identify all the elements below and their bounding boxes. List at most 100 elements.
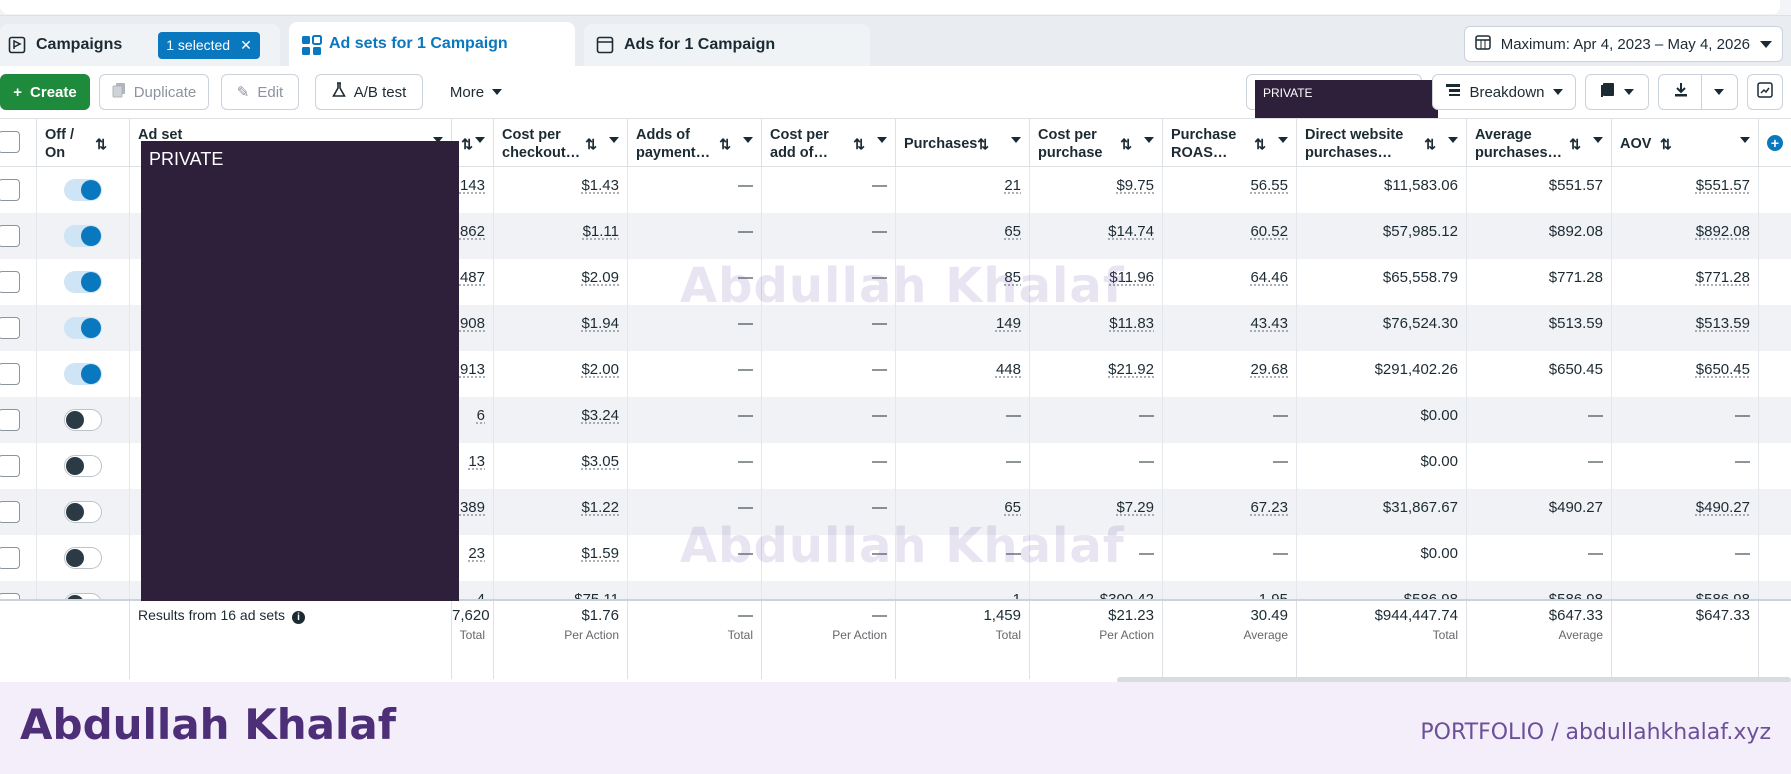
- metric-value: $3.24: [581, 407, 619, 424]
- metric-cell: —: [1612, 397, 1759, 443]
- portfolio-link[interactable]: PORTFOLIO / abdullahkhalaf.xyz: [1420, 720, 1771, 745]
- selected-filter-pill[interactable]: 1 selected ✕: [158, 31, 260, 59]
- row-checkbox[interactable]: [0, 363, 20, 385]
- more-button[interactable]: More: [436, 74, 516, 110]
- header-avg-purchases[interactable]: Average purchases… ⇅: [1467, 119, 1612, 167]
- row-checkbox[interactable]: [0, 271, 20, 293]
- tab-ads[interactable]: Ads for 1 Campaign: [584, 24, 870, 66]
- row-checkbox[interactable]: [0, 179, 20, 201]
- sort-icon[interactable]: ⇅: [1424, 135, 1436, 153]
- info-icon[interactable]: i: [291, 611, 305, 624]
- header-off-on[interactable]: Off / On ⇅: [37, 119, 130, 167]
- chevron-down-icon[interactable]: [1278, 137, 1288, 143]
- create-button[interactable]: + Create: [0, 74, 90, 110]
- sort-icon[interactable]: ⇅: [719, 135, 731, 153]
- metric-cell: 21: [896, 167, 1030, 213]
- chevron-down-icon[interactable]: [1740, 137, 1750, 143]
- metric-value: $2.09: [581, 269, 619, 286]
- metric-value: 65: [1004, 223, 1021, 240]
- tab-campaigns[interactable]: Campaigns 1 selected ✕: [0, 24, 280, 66]
- header-cost-purchase[interactable]: Cost per purchase ⇅: [1030, 119, 1163, 167]
- header-select-all[interactable]: [0, 119, 37, 167]
- edit-button[interactable]: ✎ Edit: [221, 74, 299, 110]
- header-avg-purchases-label: Average purchases…: [1475, 127, 1563, 161]
- delivery-toggle[interactable]: [64, 501, 102, 523]
- row-checkbox[interactable]: [0, 409, 20, 431]
- header-direct-purchases-label: Direct website purchases…: [1305, 127, 1404, 161]
- chevron-down-icon[interactable]: [743, 137, 753, 143]
- breakdown-icon: [1445, 83, 1461, 101]
- breakdown-button[interactable]: Breakdown: [1432, 74, 1576, 110]
- metric-value: —: [1139, 453, 1154, 470]
- toggle-knob: [81, 272, 101, 292]
- row-checkbox[interactable]: [0, 317, 20, 339]
- delivery-toggle[interactable]: [64, 363, 102, 385]
- sort-icon[interactable]: ⇅: [853, 135, 865, 153]
- chevron-down-icon[interactable]: [609, 137, 619, 143]
- header-cost-add[interactable]: Cost per add of… ⇅: [762, 119, 896, 167]
- metric-value: $1.22: [581, 499, 619, 516]
- export-button[interactable]: [1658, 74, 1738, 110]
- row-checkbox[interactable]: [0, 225, 20, 247]
- close-icon[interactable]: ✕: [240, 37, 252, 54]
- row-checkbox[interactable]: [0, 501, 20, 523]
- delivery-toggle[interactable]: [64, 409, 102, 431]
- reports-button[interactable]: [1585, 74, 1649, 110]
- level-tabs-bar: Campaigns 1 selected ✕ Ad sets for 1 Cam…: [0, 16, 1791, 66]
- metric-cell: $0.00: [1297, 535, 1467, 581]
- metric-value: 56.55: [1250, 177, 1288, 194]
- charts-button[interactable]: [1747, 74, 1783, 110]
- summary-spacer: [0, 601, 130, 679]
- summary-sub: Per Action: [1099, 628, 1154, 642]
- metric-value: 6: [476, 407, 485, 424]
- delivery-toggle[interactable]: [64, 317, 102, 339]
- ab-test-button[interactable]: A/B test: [315, 74, 423, 110]
- row-checkbox[interactable]: [0, 455, 20, 477]
- header-direct-purchases[interactable]: Direct website purchases… ⇅: [1297, 119, 1467, 167]
- chevron-down-icon[interactable]: [1144, 137, 1154, 143]
- metric-value: $11.83: [1109, 315, 1154, 332]
- chevron-down-icon[interactable]: [475, 137, 485, 143]
- metric-value: 143: [459, 177, 485, 194]
- metric-value: —: [1273, 545, 1288, 562]
- delivery-toggle[interactable]: [64, 225, 102, 247]
- header-adds-payment[interactable]: Adds of payment… ⇅: [628, 119, 762, 167]
- select-all-checkbox[interactable]: [0, 131, 20, 153]
- header-add-column[interactable]: +: [1759, 119, 1791, 167]
- chevron-down-icon[interactable]: [1448, 137, 1458, 143]
- chevron-down-icon[interactable]: [877, 137, 887, 143]
- header-cost-checkout[interactable]: Cost per checkout… ⇅: [494, 119, 628, 167]
- metric-value: $513.59: [1695, 315, 1750, 332]
- summary-value: $944,447.74: [1374, 607, 1458, 624]
- summary-value: $1.76: [581, 607, 619, 624]
- sort-icon[interactable]: ⇅: [95, 135, 107, 153]
- row-checkbox[interactable]: [0, 547, 20, 569]
- chevron-down-icon[interactable]: [1593, 137, 1603, 143]
- sort-icon[interactable]: ⇅: [1120, 135, 1132, 153]
- sort-icon[interactable]: ⇅: [1569, 135, 1581, 153]
- duplicate-button[interactable]: Duplicate: [99, 74, 209, 110]
- download-icon: [1673, 82, 1689, 102]
- delivery-toggle[interactable]: [64, 179, 102, 201]
- metric-value: —: [1588, 545, 1603, 562]
- sort-icon[interactable]: ⇅: [1254, 135, 1266, 153]
- metric-value: $0.00: [1420, 545, 1458, 562]
- sort-icon[interactable]: ⇅: [977, 135, 989, 153]
- metric-value: $57,985.12: [1382, 223, 1458, 240]
- delivery-toggle[interactable]: [64, 455, 102, 477]
- date-range-picker[interactable]: Maximum: Apr 4, 2023 – May 4, 2026: [1463, 26, 1783, 62]
- header-aov[interactable]: AOV ⇅: [1612, 119, 1759, 167]
- action-toolbar: + Create Duplicate ✎ Edit A/B test More …: [0, 66, 1791, 118]
- delivery-toggle[interactable]: [64, 271, 102, 293]
- add-column-icon[interactable]: +: [1767, 135, 1783, 151]
- tab-adsets[interactable]: Ad sets for 1 Campaign: [289, 22, 575, 66]
- header-roas[interactable]: Purchase ROAS… ⇅: [1163, 119, 1297, 167]
- chevron-down-icon[interactable]: [1011, 137, 1021, 143]
- metric-value: —: [1588, 453, 1603, 470]
- delivery-toggle[interactable]: [64, 547, 102, 569]
- sort-icon[interactable]: ⇅: [585, 135, 597, 153]
- sort-icon[interactable]: ⇅: [1660, 135, 1672, 153]
- pencil-icon: ✎: [236, 84, 250, 101]
- header-purchases[interactable]: Purchases ⇅: [896, 119, 1030, 167]
- sort-icon[interactable]: ⇅: [461, 135, 473, 153]
